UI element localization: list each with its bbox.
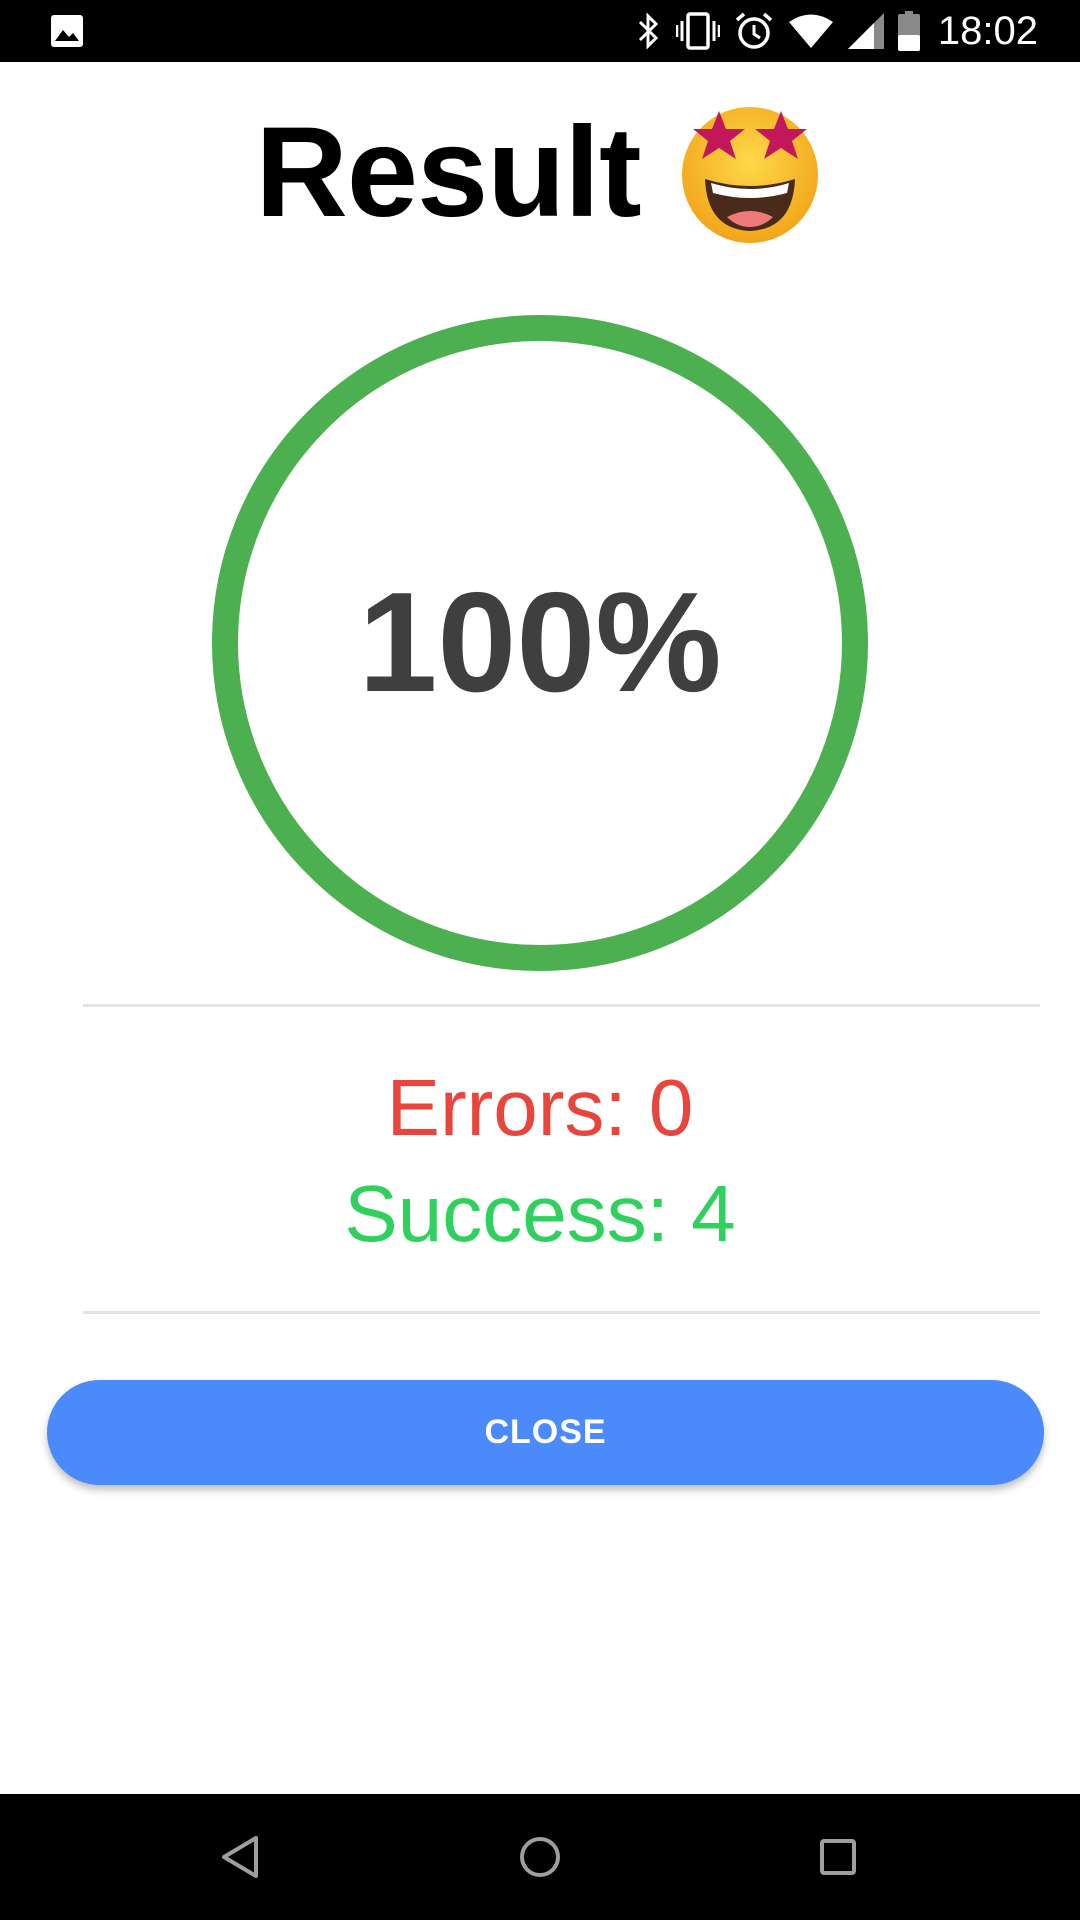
back-button[interactable]	[180, 1794, 300, 1920]
status-bar: 18:02	[0, 0, 1080, 62]
divider	[83, 1004, 1040, 1007]
home-icon	[520, 1837, 560, 1877]
status-clock: 18:02	[937, 8, 1038, 53]
divider	[83, 1311, 1040, 1314]
star-struck-emoji-icon	[675, 97, 825, 247]
battery-icon	[897, 11, 920, 51]
gallery-icon	[50, 14, 84, 53]
percent-label: 100%	[358, 563, 722, 722]
recents-icon	[820, 1839, 856, 1875]
title-row: Result	[0, 92, 1080, 252]
recents-button[interactable]	[778, 1794, 898, 1920]
vibrate-icon	[675, 11, 720, 51]
success-count: Success: 4	[344, 1169, 736, 1258]
page-title: Result	[255, 100, 641, 244]
bluetooth-icon	[636, 11, 662, 51]
wifi-icon	[788, 13, 834, 49]
navigation-bar	[0, 1794, 1080, 1920]
alarm-icon	[734, 11, 774, 51]
back-icon	[222, 1836, 258, 1878]
close-button[interactable]: CLOSE	[47, 1380, 1044, 1485]
home-button[interactable]	[480, 1794, 600, 1920]
signal-icon	[847, 13, 884, 49]
errors-count: Errors: 0	[386, 1063, 694, 1152]
